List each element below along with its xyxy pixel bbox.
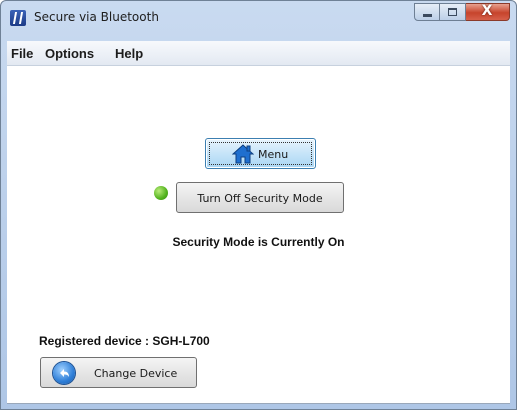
menu-help[interactable]: Help — [115, 46, 143, 61]
title-bar[interactable]: Secure via Bluetooth X — [1, 1, 516, 35]
close-icon: X — [481, 3, 493, 19]
registered-device-label: Registered device : SGH-L700 — [39, 334, 210, 348]
menu-button[interactable]: Menu — [205, 138, 316, 169]
home-icon — [232, 144, 254, 164]
minimize-icon — [423, 14, 432, 17]
menu-bar: File Options Help — [7, 41, 510, 66]
menu-button-label: Menu — [258, 148, 289, 161]
maximize-button[interactable] — [440, 3, 466, 21]
menu-file[interactable]: File — [11, 46, 33, 61]
app-window: Secure via Bluetooth X File Options Help… — [0, 0, 517, 410]
main-panel: Menu Turn Off Security Mode Security Mod… — [7, 66, 510, 404]
change-device-button[interactable]: Change Device — [40, 357, 197, 388]
security-status-text: Security Mode is Currently On — [172, 235, 345, 249]
change-device-label: Change Device — [94, 367, 178, 380]
status-dot-icon — [154, 186, 168, 200]
turn-off-security-button[interactable]: Turn Off Security Mode — [176, 182, 344, 213]
back-arrow-icon — [53, 362, 75, 384]
menu-options[interactable]: Options — [45, 46, 94, 61]
maximize-icon — [448, 8, 457, 16]
window-controls: X — [414, 3, 510, 23]
bluetooth-app-icon — [10, 10, 26, 26]
close-button[interactable]: X — [466, 3, 510, 21]
minimize-button[interactable] — [414, 3, 440, 21]
window-title: Secure via Bluetooth — [34, 10, 159, 24]
turn-off-security-label: Turn Off Security Mode — [197, 192, 323, 205]
